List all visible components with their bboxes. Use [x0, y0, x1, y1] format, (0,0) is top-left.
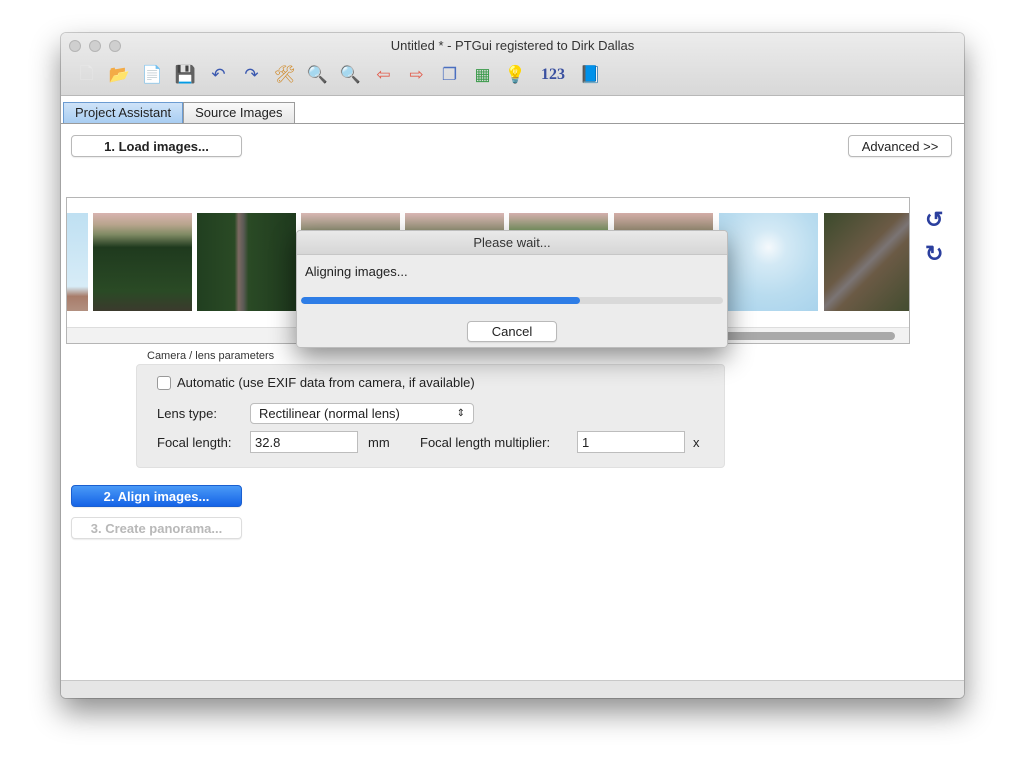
title-bar: Untitled * - PTGui registered to Dirk Da…: [61, 33, 964, 96]
zoom-out-icon[interactable]: 🔍: [337, 63, 364, 87]
status-bar: [61, 680, 964, 698]
focal-length-input[interactable]: 32.8: [250, 431, 358, 453]
load-images-button[interactable]: 1. Load images...: [71, 135, 242, 157]
arrow-right-icon[interactable]: ⇨: [403, 63, 430, 87]
multiplier-unit: x: [693, 434, 700, 450]
image-thumbnail[interactable]: [93, 213, 192, 311]
progress-bar: [301, 297, 723, 304]
please-wait-dialog: Please wait... Aligning images... Cancel: [296, 230, 728, 348]
create-panorama-button[interactable]: 3. Create panorama...: [71, 517, 242, 539]
tab-divider: [61, 123, 964, 124]
toolbar: 🗋 📂 📄 💾 ↶ ↷ 🛠 🔍 🔍 ⇦ ⇨ ❐ ▦ 💡 123 📘: [73, 63, 604, 87]
redo-icon[interactable]: ↷: [238, 63, 265, 87]
progress-fill: [301, 297, 580, 304]
dialog-message: Aligning images...: [305, 264, 408, 279]
open-project-icon[interactable]: 📂: [106, 63, 133, 87]
camera-lens-group: Automatic (use EXIF data from camera, if…: [136, 364, 725, 468]
tab-source-images[interactable]: Source Images: [183, 102, 295, 123]
lens-type-select[interactable]: Rectilinear (normal lens) ⇕: [250, 403, 474, 424]
tab-project-assistant[interactable]: Project Assistant: [63, 102, 184, 123]
image-thumbnail[interactable]: [197, 213, 296, 311]
lens-type-value: Rectilinear (normal lens): [259, 406, 400, 421]
image-thumbnail[interactable]: [67, 213, 88, 311]
multiplier-label: Focal length multiplier:: [420, 434, 551, 450]
camera-group-label: Camera / lens parameters: [147, 350, 275, 362]
multiplier-input[interactable]: 1: [577, 431, 685, 453]
tab-bar: Project Assistant Source Images: [63, 102, 295, 123]
cancel-button[interactable]: Cancel: [467, 321, 557, 342]
window-title: Untitled * - PTGui registered to Dirk Da…: [390, 38, 635, 53]
main-content: Project Assistant Source Images 1. Load …: [61, 97, 964, 680]
numbers-icon[interactable]: 123: [535, 63, 571, 87]
tools-icon[interactable]: 🛠: [271, 63, 298, 87]
add-images-icon[interactable]: 📄: [139, 63, 166, 87]
lens-type-label: Lens type:: [157, 406, 217, 421]
panorama-editor-icon[interactable]: ❐: [436, 63, 463, 87]
zoom-in-icon[interactable]: 🔍: [304, 63, 331, 87]
rotate-ccw-icon[interactable]: ↺: [925, 207, 943, 233]
image-thumbnail[interactable]: [719, 213, 818, 311]
rotate-cw-icon[interactable]: ↻: [925, 241, 943, 267]
lightbulb-icon[interactable]: 💡: [502, 63, 529, 87]
focal-length-unit: mm: [368, 434, 390, 450]
align-images-button[interactable]: 2. Align images...: [71, 485, 242, 507]
select-arrows-icon: ⇕: [456, 408, 465, 419]
arrow-left-icon[interactable]: ⇦: [370, 63, 397, 87]
dialog-title: Please wait...: [297, 231, 727, 255]
help-book-icon[interactable]: 📘: [577, 63, 604, 87]
new-document-icon[interactable]: 🗋: [73, 63, 100, 87]
automatic-exif-checkbox[interactable]: [157, 375, 171, 390]
table-icon[interactable]: ▦: [469, 63, 496, 87]
automatic-exif-label: Automatic (use EXIF data from camera, if…: [177, 375, 475, 390]
advanced-button[interactable]: Advanced >>: [848, 135, 952, 157]
undo-icon[interactable]: ↶: [205, 63, 232, 87]
app-window: Untitled * - PTGui registered to Dirk Da…: [61, 33, 964, 698]
save-icon[interactable]: 💾: [172, 63, 199, 87]
image-thumbnail[interactable]: [824, 213, 909, 311]
focal-length-label: Focal length:: [157, 434, 232, 450]
